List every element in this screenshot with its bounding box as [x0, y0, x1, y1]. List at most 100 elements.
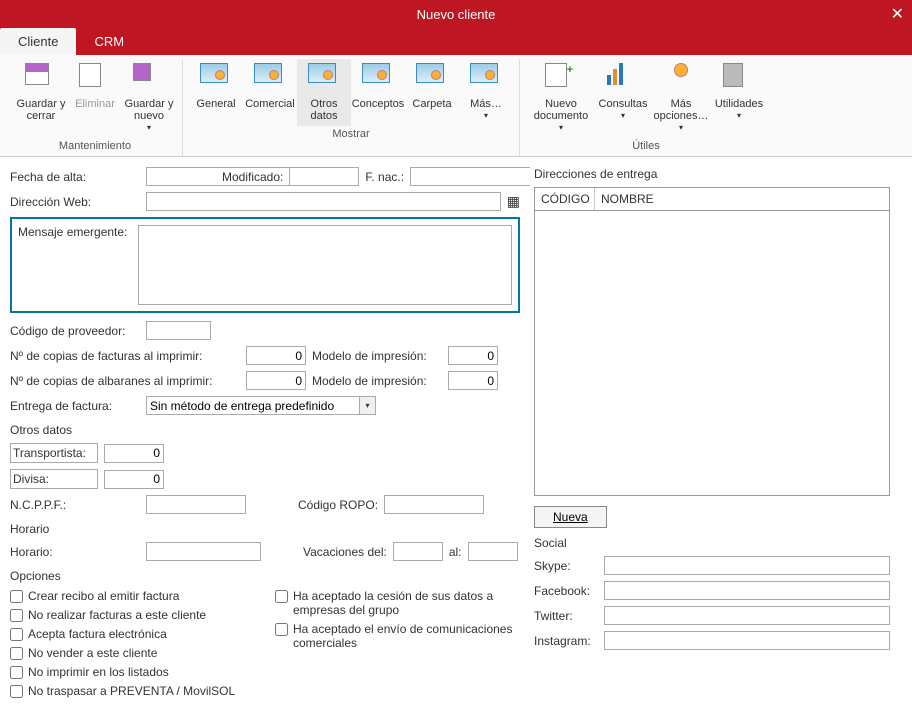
chevron-down-icon: ▾	[147, 122, 151, 134]
divisa-input[interactable]	[104, 470, 164, 489]
vacaciones-del-label: Vacaciones del:	[303, 545, 387, 559]
twitter-input[interactable]	[604, 606, 890, 625]
comercial-icon	[254, 63, 282, 83]
acepta-elec-label: Acepta factura electrónica	[28, 627, 167, 641]
modelo-impresion-input-2[interactable]	[448, 371, 498, 390]
otros-datos-icon	[308, 63, 336, 83]
comercial-button[interactable]: Comercial	[243, 59, 297, 126]
skype-input[interactable]	[604, 556, 890, 575]
tab-crm[interactable]: CRM	[76, 28, 142, 55]
left-column: Fecha de alta: ▾ Modificado: F. nac.: ▾ …	[10, 167, 530, 723]
ribbon-group-utiles: Nuevo documento ▾ Consultas ▾ Más opcion…	[520, 59, 772, 156]
nuevo-documento-label: Nuevo documento	[528, 98, 594, 122]
copias-albaranes-input[interactable]	[246, 371, 306, 390]
checkbox-comunicaciones[interactable]	[275, 623, 288, 636]
direccion-web-input[interactable]	[146, 192, 501, 211]
cesion-label: Ha aceptado la cesión de sus datos a emp…	[293, 589, 520, 617]
opciones-header: Opciones	[10, 569, 520, 583]
direcciones-grid-header: CÓDIGO NOMBRE	[534, 187, 890, 211]
close-icon[interactable]: ✕	[891, 4, 904, 24]
mensaje-emergente-input[interactable]	[138, 225, 512, 305]
fnac-input[interactable]: ▾	[410, 167, 480, 186]
al-label: al:	[449, 545, 462, 559]
social-header: Social	[534, 536, 890, 550]
save-new-button[interactable]: Guardar y nuevo ▾	[122, 59, 176, 138]
main-tabs: Cliente CRM	[0, 28, 912, 55]
utilidades-icon	[723, 63, 743, 87]
no-imprimir-label: No imprimir en los listados	[28, 665, 169, 679]
horario-label: Horario:	[10, 545, 140, 559]
nueva-button[interactable]: Nueva	[534, 506, 607, 528]
utilidades-button[interactable]: Utilidades ▾	[712, 59, 766, 138]
ribbon-group-mantenimiento: Guardar y cerrar Eliminar Guardar y nuev…	[8, 59, 183, 156]
conceptos-label: Conceptos	[352, 98, 405, 110]
checkbox-recibo[interactable]	[10, 590, 23, 603]
divisa-label[interactable]: Divisa:	[10, 469, 98, 489]
copias-facturas-input[interactable]	[246, 346, 306, 365]
delete-icon	[79, 63, 101, 87]
ribbon-group-label: Mantenimiento	[59, 138, 131, 152]
nuevo-documento-icon	[545, 63, 567, 87]
checkbox-cesion[interactable]	[275, 590, 288, 603]
horario-input[interactable]	[146, 542, 261, 561]
modificado-label: Modificado:	[222, 170, 283, 184]
col-codigo[interactable]: CÓDIGO	[535, 188, 595, 210]
instagram-input[interactable]	[604, 631, 890, 650]
delete-button[interactable]: Eliminar	[68, 59, 122, 138]
vacaciones-del-input[interactable]	[393, 542, 443, 561]
window-title: Nuevo cliente	[417, 7, 496, 22]
checkbox-no-vender[interactable]	[10, 647, 23, 660]
comercial-label: Comercial	[245, 98, 295, 110]
no-vender-label: No vender a este cliente	[28, 646, 157, 660]
copias-albaranes-label: Nº de copias de albaranes al imprimir:	[10, 374, 240, 388]
chevron-down-icon: ▾	[679, 122, 683, 134]
codigo-ropo-input[interactable]	[384, 495, 484, 514]
consultas-button[interactable]: Consultas ▾	[596, 59, 650, 138]
otros-datos-button[interactable]: Otros datos	[297, 59, 351, 126]
consultas-icon	[607, 63, 639, 85]
tab-cliente[interactable]: Cliente	[0, 28, 76, 55]
content-area: Fecha de alta: ▾ Modificado: F. nac.: ▾ …	[0, 157, 912, 723]
recibo-label: Crear recibo al emitir factura	[28, 589, 179, 603]
save-new-label: Guardar y nuevo	[124, 98, 174, 122]
entrega-factura-select[interactable]: ▾	[146, 396, 376, 415]
vacaciones-al-input[interactable]	[468, 542, 518, 561]
chevron-down-icon[interactable]: ▾	[360, 396, 376, 415]
codigo-proveedor-label: Código de proveedor:	[10, 324, 140, 338]
save-close-button[interactable]: Guardar y cerrar	[14, 59, 68, 138]
fecha-alta-input[interactable]: ▾	[146, 167, 216, 186]
save-close-icon	[25, 63, 49, 85]
mas-opciones-label: Más opciones…	[652, 98, 710, 122]
carpeta-icon	[416, 63, 444, 83]
no-facturas-label: No realizar facturas a este cliente	[28, 608, 206, 622]
save-new-icon	[133, 63, 151, 81]
checkbox-no-traspasar[interactable]	[10, 685, 23, 698]
checkbox-no-imprimir[interactable]	[10, 666, 23, 679]
general-button[interactable]: General	[189, 59, 243, 126]
general-label: General	[196, 98, 235, 110]
transportista-input[interactable]	[104, 444, 164, 463]
checkbox-no-facturas[interactable]	[10, 609, 23, 622]
carpeta-label: Carpeta	[412, 98, 451, 110]
modelo-impresion-input-1[interactable]	[448, 346, 498, 365]
chevron-down-icon: ▾	[621, 110, 625, 122]
otros-datos-label: Otros datos	[299, 98, 349, 122]
ncppf-input[interactable]	[146, 495, 246, 514]
nuevo-documento-button[interactable]: Nuevo documento ▾	[526, 59, 596, 138]
col-nombre[interactable]: NOMBRE	[595, 188, 889, 210]
qr-icon[interactable]: ▦	[507, 193, 520, 210]
codigo-proveedor-input[interactable]	[146, 321, 211, 340]
mas-opciones-button[interactable]: Más opciones… ▾	[650, 59, 712, 138]
carpeta-button[interactable]: Carpeta	[405, 59, 459, 126]
consultas-label: Consultas	[599, 98, 648, 110]
ncppf-label: N.C.P.P.F.:	[10, 498, 140, 512]
conceptos-button[interactable]: Conceptos	[351, 59, 405, 126]
modificado-input[interactable]	[289, 167, 359, 186]
mas-button[interactable]: Más… ▾	[459, 59, 513, 126]
direcciones-grid-body[interactable]	[534, 211, 890, 496]
otros-datos-header: Otros datos	[10, 423, 520, 437]
chevron-down-icon: ▾	[559, 122, 563, 134]
checkbox-acepta-elec[interactable]	[10, 628, 23, 641]
transportista-label[interactable]: Transportista:	[10, 443, 98, 463]
facebook-input[interactable]	[604, 581, 890, 600]
